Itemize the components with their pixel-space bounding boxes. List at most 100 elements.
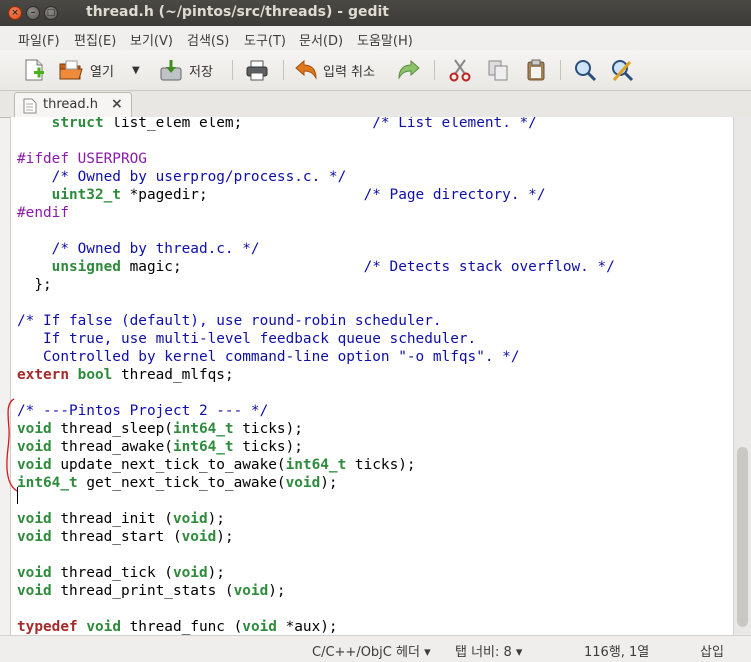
close-window-button[interactable]: × — [8, 6, 22, 20]
code-token: bool — [77, 367, 113, 383]
code-line[interactable]: /* ---Pintos Project 2 --- */ — [17, 402, 615, 420]
menu-documents[interactable]: 문서(D) — [299, 30, 343, 49]
code-token: /* Owned by thread.c. */ — [51, 241, 260, 257]
maximize-window-button[interactable]: □ — [44, 6, 58, 20]
code-line[interactable]: unsigned magic; /* Detects stack overflo… — [17, 258, 615, 276]
open-label: 열기 — [90, 64, 114, 80]
toolbar: 열기 ▼ 저장 입력 취소 — [0, 50, 751, 91]
code-line[interactable]: /* Owned by thread.c. */ — [17, 240, 615, 258]
menu-file[interactable]: 파일(F) — [18, 30, 60, 49]
code-token: ); — [320, 475, 338, 491]
code-line[interactable] — [17, 546, 615, 564]
new-button[interactable] — [22, 58, 46, 82]
minimize-icon: – — [30, 8, 36, 18]
find-button[interactable] — [573, 58, 597, 82]
clipboard-icon — [527, 59, 545, 81]
scrollbar-thumb[interactable] — [737, 447, 748, 627]
code-line[interactable]: void thread_tick (void); — [17, 564, 615, 582]
minimize-window-button[interactable]: – — [26, 6, 40, 20]
code-token: update_next_tick_to_awake( — [51, 457, 286, 473]
open-dropdown-button[interactable]: ▼ — [132, 58, 140, 82]
code-line[interactable]: void update_next_tick_to_awake(int64_t t… — [17, 456, 615, 474]
toolbar-separator — [434, 60, 435, 80]
copy-icon — [488, 60, 508, 81]
code-token: typedef — [17, 619, 78, 635]
code-token: void — [181, 529, 217, 545]
menu-help[interactable]: 도움말(H) — [357, 30, 413, 49]
find-replace-button[interactable] — [610, 58, 634, 82]
save-icon — [160, 60, 182, 81]
redo-button[interactable] — [396, 58, 422, 82]
code-line[interactable]: /* If false (default), use round-robin s… — [17, 312, 615, 330]
code-token: void — [17, 511, 52, 527]
code-line[interactable]: If true, use multi-level feedback queue … — [17, 330, 615, 348]
open-button[interactable]: 열기 — [58, 58, 114, 82]
tab-thread-h[interactable]: thread.h × — [14, 92, 132, 117]
close-icon: × — [11, 8, 19, 18]
code-token: *pagedir; — [120, 187, 364, 203]
text-editor[interactable]: struct list_elem elem; /* List element. … — [10, 117, 734, 635]
code-line[interactable] — [17, 222, 615, 240]
code-token: . */ — [484, 349, 520, 365]
code-line[interactable]: int64_t get_next_tick_to_awake(void); — [17, 474, 615, 492]
code-line[interactable]: }; — [17, 276, 615, 294]
save-button[interactable]: 저장 — [158, 58, 213, 82]
code-token: /* Owned by userprog/process.c. */ — [51, 169, 347, 185]
code-line[interactable]: typedef void thread_func (void *aux); — [17, 618, 615, 635]
search-replace-icon — [612, 60, 634, 82]
code-token: /* Detects stack overflow. */ — [363, 259, 615, 275]
code-token: unsigned — [51, 259, 121, 275]
tab-close-button[interactable]: × — [111, 96, 123, 112]
tab-width-selector[interactable]: 탭 너비: 8 ▾ — [455, 641, 522, 660]
code-line[interactable] — [17, 492, 615, 510]
code-line[interactable] — [17, 384, 615, 402]
tab-bar: thread.h × — [0, 91, 751, 118]
menu-edit[interactable]: 편집(E) — [74, 30, 116, 49]
code-token: ticks); — [233, 439, 303, 455]
code-view[interactable]: struct list_elem elem; /* List element. … — [17, 117, 615, 635]
copy-button[interactable] — [486, 58, 510, 82]
paste-button[interactable] — [524, 58, 548, 82]
toolbar-separator — [283, 60, 284, 80]
code-line[interactable]: void thread_init (void); — [17, 510, 615, 528]
undo-button[interactable]: 입력 취소 — [293, 58, 375, 82]
code-line[interactable]: #endif — [17, 204, 615, 222]
menu-view[interactable]: 보기(V) — [130, 30, 173, 49]
cursor-position: 116행, 1열 — [584, 645, 650, 660]
save-label: 저장 — [189, 64, 213, 80]
code-line[interactable]: #ifdef USERPROG — [17, 150, 615, 168]
code-line[interactable] — [17, 294, 615, 312]
code-line[interactable]: void thread_awake(int64_t ticks); — [17, 438, 615, 456]
code-line[interactable]: void thread_sleep(int64_t ticks); — [17, 420, 615, 438]
title-bar: × – □ thread.h (~/pintos/src/threads) - … — [0, 0, 751, 26]
window-title: thread.h (~/pintos/src/threads) - gedit — [86, 4, 389, 20]
menu-tools[interactable]: 도구(T) — [244, 30, 286, 49]
code-token: /* If false (default), use round-robin s… — [17, 313, 442, 329]
code-line[interactable]: extern bool thread_mlfqs; — [17, 366, 615, 384]
language-selector[interactable]: C/C++/ObjC 헤더 ▾ — [312, 641, 431, 660]
code-token: void — [17, 529, 52, 545]
code-line[interactable]: void thread_start (void); — [17, 528, 615, 546]
code-line[interactable]: struct list_elem elem; /* List element. … — [17, 117, 615, 132]
menu-bar: 파일(F) 편집(E) 보기(V) 검색(S) 도구(T) 문서(D) 도움말(… — [0, 26, 751, 50]
code-line[interactable] — [17, 132, 615, 150]
code-line[interactable]: uint32_t *pagedir; /* Page directory. */ — [17, 186, 615, 204]
code-token: ticks); — [346, 457, 416, 473]
print-button[interactable] — [244, 58, 270, 82]
code-line[interactable]: void thread_print_stats (void); — [17, 582, 615, 600]
dropdown-arrow-icon: ▼ — [132, 64, 140, 76]
code-token: extern — [17, 367, 69, 383]
code-token: /* List element. */ — [372, 117, 537, 131]
cut-button[interactable] — [448, 58, 472, 82]
code-line[interactable] — [17, 600, 615, 618]
menu-search[interactable]: 검색(S) — [187, 30, 229, 49]
code-line[interactable]: /* Owned by userprog/process.c. */ — [17, 168, 615, 186]
vertical-scrollbar[interactable] — [733, 117, 751, 635]
code-line[interactable]: Controlled by kernel command-line option… — [17, 348, 615, 366]
